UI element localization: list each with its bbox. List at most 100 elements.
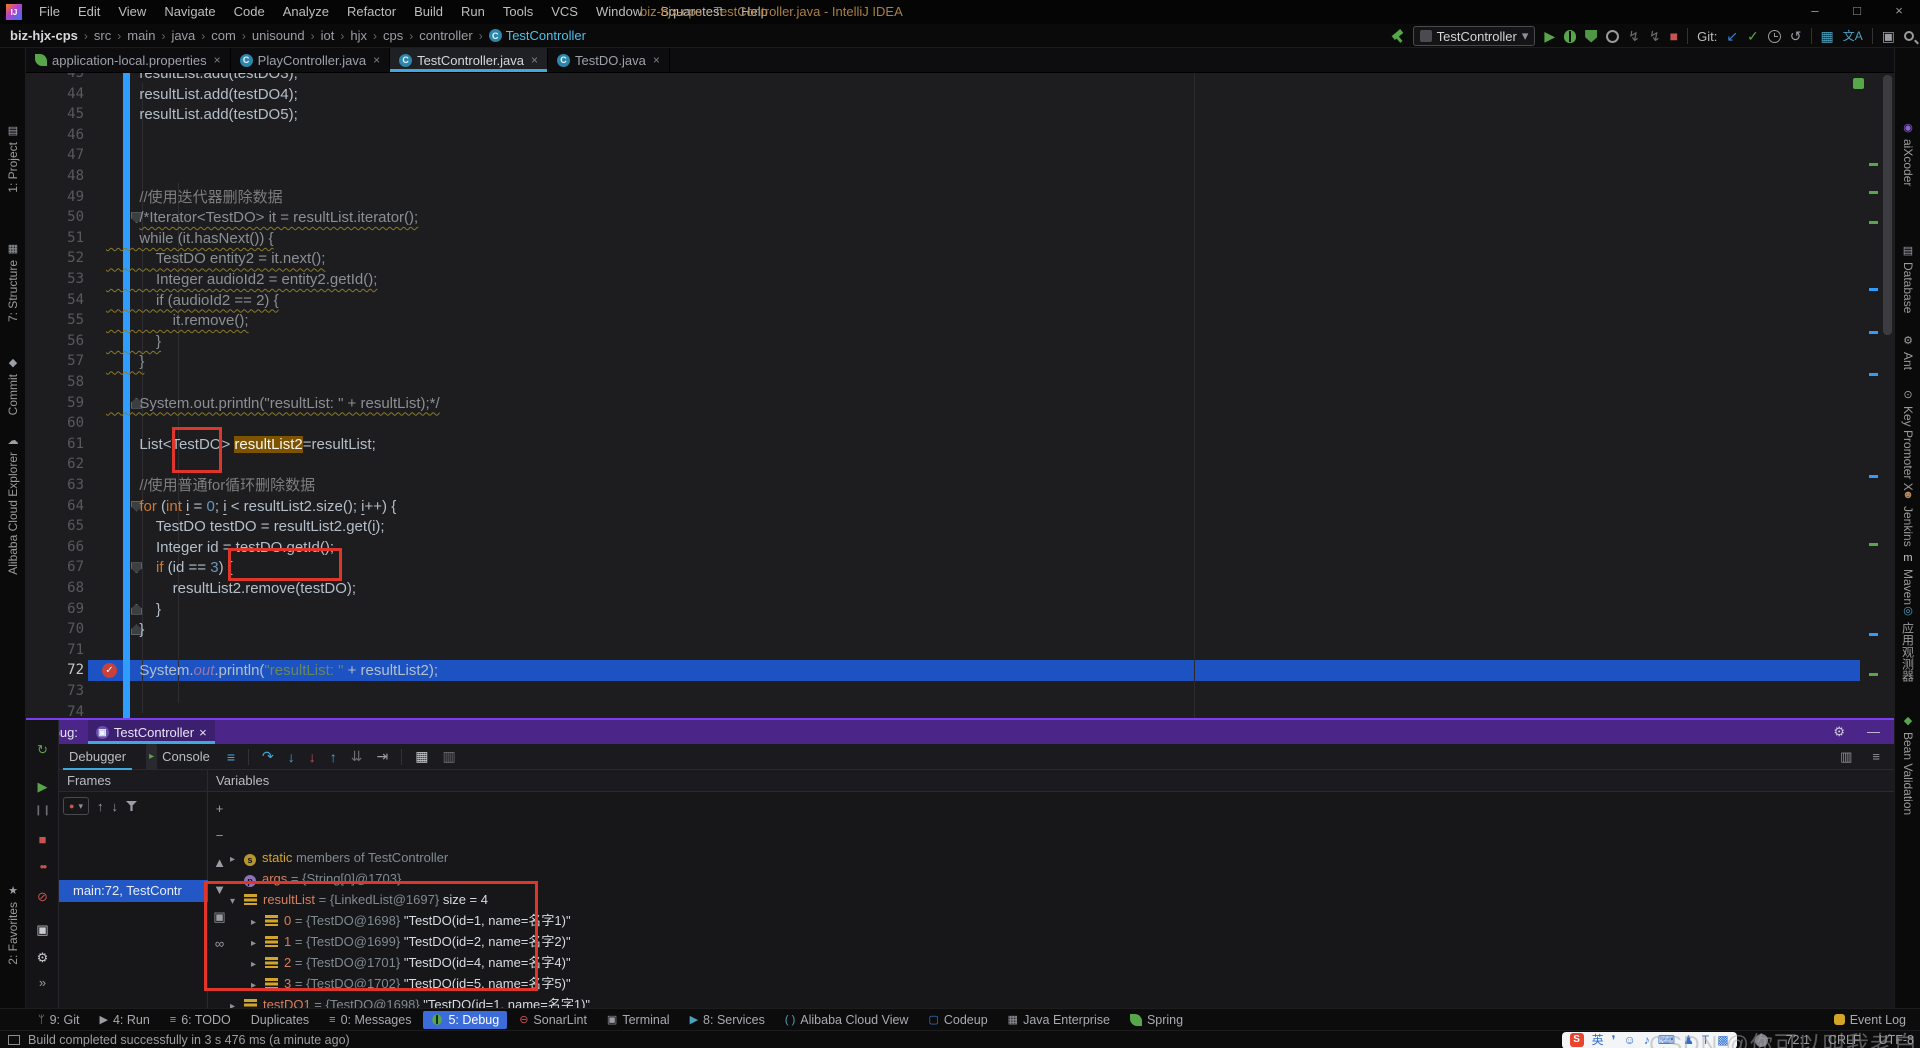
restore-layout-icon[interactable]: ▥ [1840, 749, 1852, 765]
toolwindow-button-alibaba-cloud-explorer[interactable]: ☁ Alibaba Cloud Explorer [0, 436, 26, 575]
toolwindow-button-1-project[interactable]: ▤ 1: Project [0, 126, 26, 193]
breadcrumb-item-unisound[interactable]: unisound [252, 28, 305, 43]
breadcrumb-item-hjx[interactable]: hjx [350, 28, 367, 43]
toolwindow-button-jenkins[interactable]: ☻ Jenkins [1895, 490, 1920, 547]
toolwindow-button-spring[interactable]: Spring [1122, 1011, 1191, 1029]
search-everywhere-icon[interactable] [1904, 31, 1914, 41]
debugger-settings-button[interactable]: ⚙ [26, 950, 59, 966]
toolwindow-button-alibaba-cloud-view[interactable]: ( ) Alibaba Cloud View [777, 1011, 917, 1029]
toolwindow-button-2-favorites[interactable]: ★ 2: Favorites [0, 886, 26, 965]
thread-dump-button[interactable]: ▣ [26, 922, 59, 938]
diagrams-icon[interactable]: ▦ [1821, 25, 1834, 47]
toolwindow-button-9-git[interactable]: ᛘ 9: Git [30, 1011, 87, 1029]
breadcrumb-item-TestController[interactable]: TestController [506, 28, 586, 43]
translate-icon[interactable]: 文A [1843, 25, 1863, 47]
layout-settings-icon[interactable]: ≡ [1872, 749, 1880, 765]
toolwindow-button-java-enterprise[interactable]: ▦ Java Enterprise [1000, 1011, 1118, 1029]
toolwindow-button-bean-validation[interactable]: ◆ Bean Validation [1895, 716, 1920, 816]
history-button[interactable] [1767, 29, 1781, 43]
resume-button[interactable]: ▶ [26, 779, 59, 795]
settings-view-icon[interactable]: ▥ [442, 748, 455, 765]
toolwindow-button-key-promoter-x[interactable]: ⊙ Key Promoter X [1895, 390, 1920, 491]
rollback-button[interactable]: ↺ [1790, 25, 1802, 47]
attach-profiler-icon[interactable]: ↯ [1649, 25, 1661, 47]
menu-file[interactable]: File [30, 4, 69, 19]
variable-row[interactable]: ▸ s static members of TestController [230, 847, 448, 868]
breadcrumb-item-controller[interactable]: controller [419, 28, 472, 43]
drop-frame-icon[interactable]: ⇊ [351, 748, 363, 765]
step-out-icon[interactable]: ↑ [330, 749, 337, 765]
step-over-icon[interactable]: ↷ [262, 748, 274, 765]
toolwindow-button-database[interactable]: ▤ Database [1895, 246, 1920, 314]
thread-selector[interactable]: ● ▾ [63, 797, 89, 815]
frame-up-icon[interactable]: ↑ [97, 799, 104, 814]
filter-icon[interactable] [125, 801, 137, 811]
menu-code[interactable]: Code [225, 4, 274, 19]
toolwindow-button-terminal[interactable]: ▣ Terminal [599, 1011, 678, 1029]
view-breakpoints-button[interactable]: ●● [26, 862, 59, 871]
menu-build[interactable]: Build [405, 4, 452, 19]
vcs-update-button[interactable]: ↙ [1726, 25, 1738, 47]
run-anything-icon[interactable]: ▣ [1882, 25, 1895, 47]
collapsed-arrow-icon[interactable]: ▸ [230, 849, 244, 870]
rerun-button[interactable]: ↻ [26, 742, 59, 758]
menu-edit[interactable]: Edit [69, 4, 109, 19]
scroll-up-button[interactable]: ▲ [208, 849, 231, 876]
code-editor[interactable]: 43 resultList.add(testDO3); 44 resultList… [26, 73, 1894, 718]
more-actions-button[interactable]: » [26, 975, 59, 990]
tab-application-local.properties[interactable]: application-local.properties × [26, 48, 231, 72]
toolwindow-button-7-structure[interactable]: ▦ 7: Structure [0, 244, 26, 323]
maximize-button[interactable]: □ [1836, 0, 1878, 24]
hide-icon[interactable]: — [1867, 724, 1880, 740]
toolwindow-button-sonarlint[interactable]: ⊖ SonarLint [511, 1011, 595, 1029]
frame-down-icon[interactable]: ↓ [111, 799, 118, 814]
remove-watch-button[interactable]: − [208, 822, 231, 849]
toolwindow-button-8-services[interactable]: ▶ 8: Services [682, 1011, 773, 1029]
frame-item[interactable]: main:72, TestContr [59, 880, 208, 902]
close-button[interactable]: × [1878, 0, 1920, 24]
toolwindow-button-0-messages[interactable]: ≡ 0: Messages [321, 1011, 419, 1029]
minimize-button[interactable]: – [1794, 0, 1836, 24]
gear-icon[interactable]: ⚙ [1833, 724, 1845, 740]
breadcrumb-item-src[interactable]: src [94, 28, 111, 43]
layout-menu-icon[interactable]: ≡ [227, 749, 235, 765]
toolwindow-button-commit[interactable]: ◆ Commit [0, 358, 26, 416]
stop-button[interactable]: ■ [1670, 25, 1678, 47]
breadcrumb-item-java[interactable]: java [171, 28, 195, 43]
menu-view[interactable]: View [109, 4, 155, 19]
coverage-button[interactable] [1585, 29, 1598, 43]
toolwindow-button-4-run[interactable]: ▶ 4: Run [91, 1011, 157, 1029]
add-watch-button[interactable]: + [208, 795, 231, 822]
tab-TestController.java[interactable]: C TestController.java × [390, 48, 549, 72]
toolwindow-button-duplicates[interactable]: Duplicates [243, 1011, 317, 1029]
run-to-cursor-icon[interactable]: ⇥ [376, 748, 388, 765]
breadcrumb-item-main[interactable]: main [127, 28, 155, 43]
toolwindow-button-aixcoder[interactable]: ◉ aiXcoder [1895, 123, 1920, 187]
menu-vcs[interactable]: VCS [542, 4, 587, 19]
tab-PlayController.java[interactable]: C PlayController.java × [231, 48, 391, 72]
inspections-widget[interactable] [1853, 78, 1864, 89]
mute-breakpoints-button[interactable]: ⊘ [26, 889, 59, 905]
toolwindow-button-maven[interactable]: m Maven [1895, 553, 1920, 606]
breadcrumb-item-com[interactable]: com [211, 28, 236, 43]
breadcrumb-item-biz-hjx-cps[interactable]: biz-hjx-cps [10, 28, 78, 43]
menu-tools[interactable]: Tools [494, 4, 542, 19]
toolwindow-button-codeup[interactable]: ▢ Codeup [920, 1011, 995, 1029]
attach-icon[interactable]: ↯ [1628, 25, 1640, 47]
build-icon[interactable] [1391, 30, 1404, 43]
menu-analyze[interactable]: Analyze [274, 4, 338, 19]
step-into-icon[interactable]: ↓ [288, 749, 295, 765]
close-icon[interactable]: × [199, 725, 207, 740]
run-configuration-select[interactable]: TestController ▾ [1412, 26, 1536, 46]
collapsed-arrow-icon[interactable]: ▸ [230, 996, 244, 1008]
toolwindow-button-6-todo[interactable]: ≡ 6: TODO [162, 1011, 239, 1029]
debug-button[interactable] [1564, 29, 1577, 43]
breadcrumb-item-iot[interactable]: iot [321, 28, 335, 43]
pause-button[interactable]: ❙❙ [26, 805, 59, 816]
breadcrumb-item-cps[interactable]: cps [383, 28, 403, 43]
toolwindow-button-ant[interactable]: ⚙ Ant [1895, 336, 1920, 371]
tab-debugger[interactable]: Debugger [59, 744, 136, 770]
run-button[interactable]: ▶ [1544, 25, 1555, 47]
stop-button[interactable]: ■ [26, 832, 59, 847]
close-icon[interactable]: × [214, 53, 221, 67]
